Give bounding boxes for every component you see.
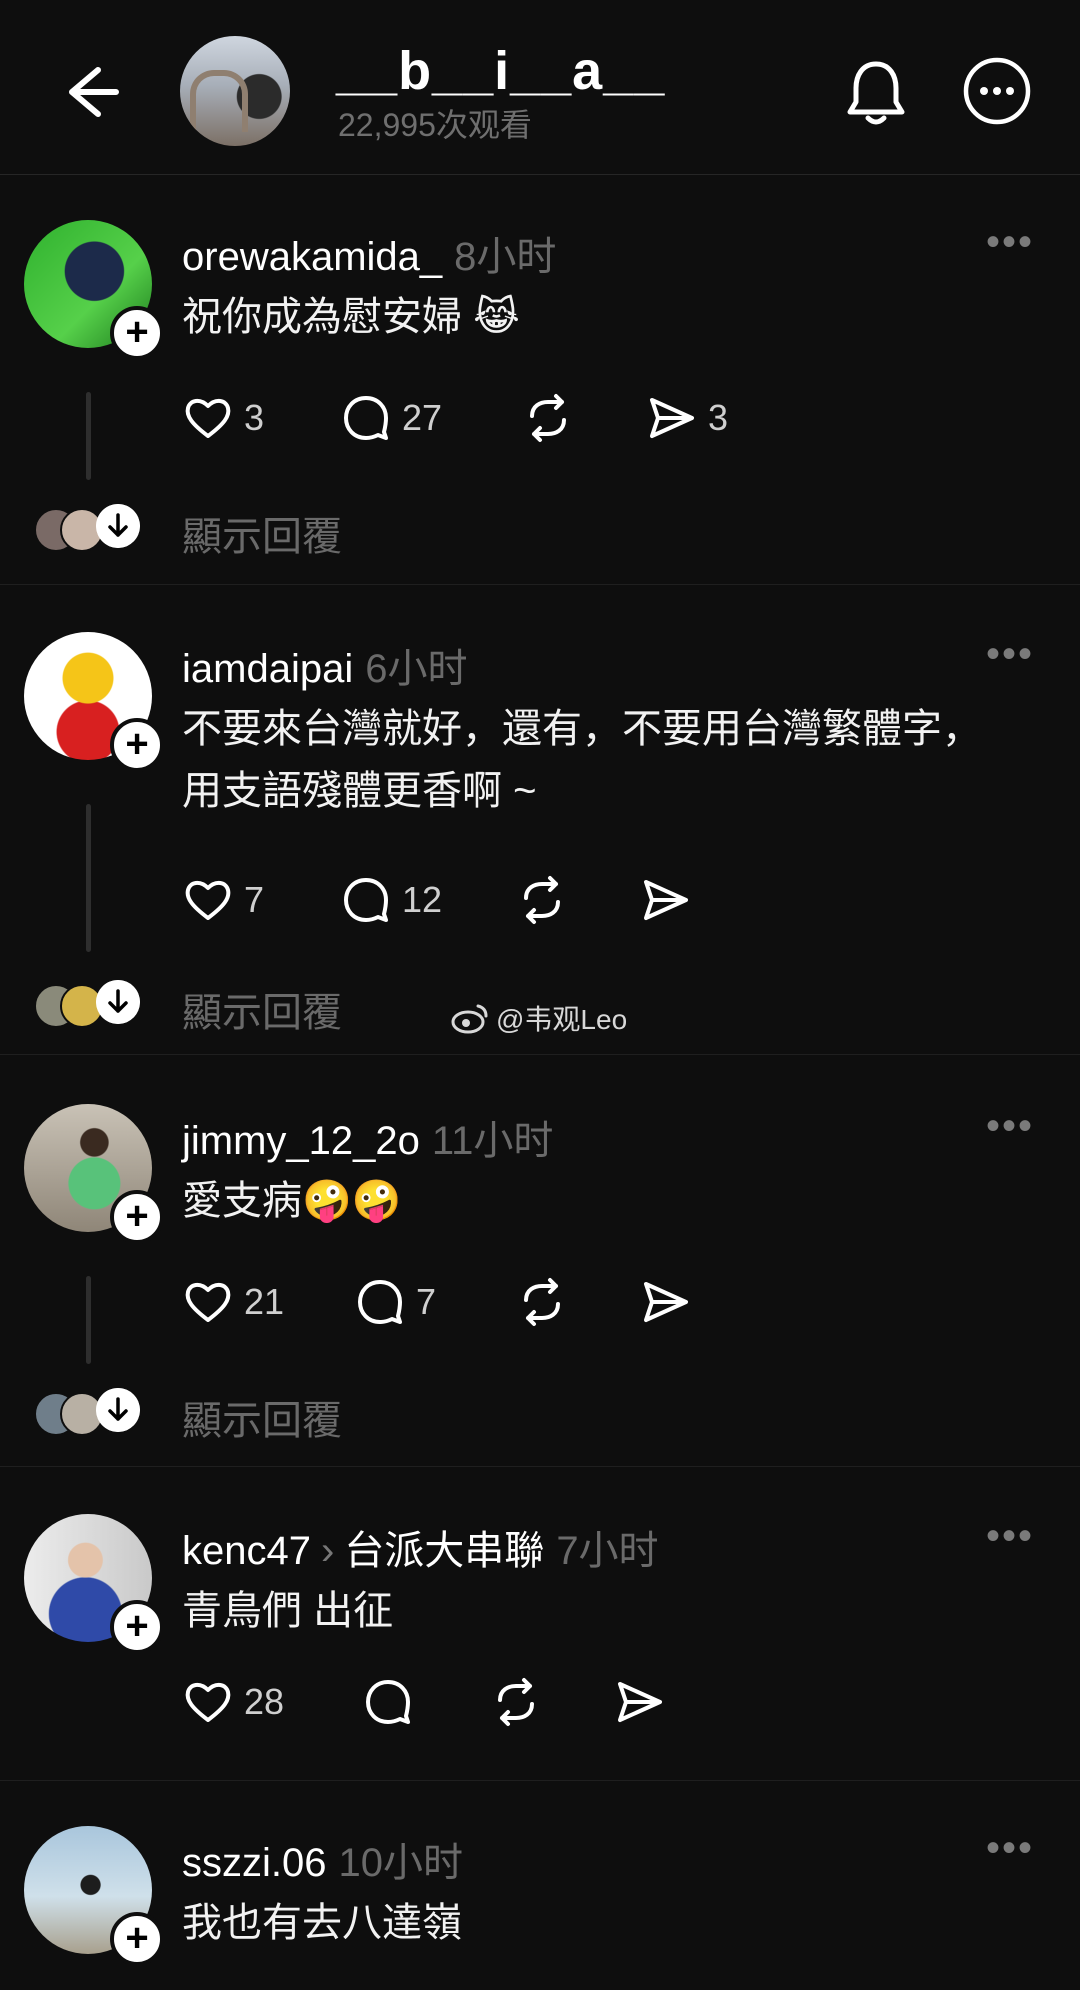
share-button[interactable] (640, 1274, 692, 1330)
follow-plus-button[interactable]: + (110, 1190, 164, 1244)
post-text: 祝你成為慰安婦 😹 (182, 295, 520, 339)
post-more-icon[interactable]: ••• (986, 1104, 1034, 1149)
weibo-icon (451, 1004, 488, 1034)
post-more-icon[interactable]: ••• (986, 1514, 1034, 1559)
like-count: 21 (244, 1281, 285, 1322)
share-button[interactable] (640, 872, 692, 928)
heart-icon (185, 1683, 231, 1722)
comment-icon (358, 1280, 402, 1324)
thread-line (86, 392, 91, 480)
share-button[interactable]: 3 (646, 390, 728, 446)
repost-icon (498, 1678, 534, 1726)
like-button[interactable]: 21 (182, 1274, 284, 1330)
repost-icon (524, 876, 560, 924)
show-replies-link[interactable]: 顯示回覆 (182, 504, 342, 562)
community-link[interactable]: 台派大串聯 (344, 1529, 544, 1573)
profile-username[interactable]: __b__i__a__ (336, 40, 665, 102)
profile-avatar[interactable] (180, 36, 290, 146)
arrow-down-icon (96, 504, 140, 548)
follow-plus-button[interactable]: + (110, 718, 164, 772)
follow-plus-button[interactable]: + (110, 1600, 164, 1654)
post-text: 青鳥們 出征 (182, 1589, 394, 1633)
comment-count: 27 (402, 397, 443, 438)
post-time: 8小时 (454, 235, 557, 279)
bell-icon[interactable] (842, 56, 910, 128)
send-icon (618, 1682, 662, 1722)
repost-icon (524, 1278, 560, 1326)
show-replies-link[interactable]: 顯示回覆 (182, 980, 342, 1038)
username-link[interactable]: sszzi.06 (182, 1841, 327, 1885)
divider (0, 1780, 1080, 1781)
post-more-icon[interactable]: ••• (986, 632, 1034, 677)
username-link[interactable]: orewakamida_ (182, 235, 442, 279)
thread-line (86, 804, 91, 952)
top-bar: __b__i__a__ 22,995次观看 (0, 0, 1080, 175)
divider (0, 1466, 1080, 1467)
chevron-right-icon: › (320, 1529, 335, 1573)
like-button[interactable]: 7 (182, 872, 264, 928)
thread-line (86, 1276, 91, 1364)
heart-icon (185, 399, 231, 438)
post-header: jimmy_12_2o 11小时 (182, 1108, 553, 1166)
follow-plus-button[interactable]: + (110, 306, 164, 360)
comment-button[interactable]: 7 (354, 1274, 436, 1330)
post-time: 11小时 (431, 1119, 554, 1163)
heart-icon (185, 881, 231, 920)
comment-button[interactable]: 12 (340, 872, 442, 928)
post-time: 10小时 (338, 1841, 464, 1885)
heart-icon (185, 1283, 231, 1322)
send-icon (644, 880, 688, 920)
arrow-down-icon (96, 980, 140, 1024)
like-count: 28 (244, 1681, 285, 1722)
like-count: 3 (244, 397, 265, 438)
show-replies-link[interactable]: 顯示回覆 (182, 1388, 342, 1446)
more-options-icon[interactable] (962, 56, 1032, 126)
repost-button[interactable] (522, 390, 574, 446)
post-header: kenc47 › 台派大串聯 7小时 (182, 1518, 659, 1576)
watermark-text: @韦观Leo (496, 1004, 628, 1035)
repost-button[interactable] (490, 1674, 542, 1730)
comment-button[interactable] (362, 1674, 414, 1730)
like-count: 7 (244, 879, 265, 920)
post-header: orewakamida_ 8小时 (182, 224, 556, 282)
follow-plus-button[interactable]: + (110, 1912, 164, 1966)
post-more-icon[interactable]: ••• (986, 220, 1034, 265)
like-button[interactable]: 3 (182, 390, 264, 446)
post-text: 不要來台灣就好，還有，不要用台灣繁體字，用支語殘體更香啊 ~ (182, 707, 982, 813)
watermark: @韦观Leo (450, 998, 627, 1038)
divider (0, 584, 1080, 585)
username-link[interactable]: kenc47 (182, 1529, 311, 1573)
post-text: 愛支病🤪🤪 (182, 1179, 402, 1223)
comment-count: 12 (402, 879, 443, 920)
comment-button[interactable]: 27 (340, 390, 442, 446)
send-icon (650, 398, 694, 438)
post-more-icon[interactable]: ••• (986, 1826, 1034, 1871)
send-icon (644, 1282, 688, 1322)
post-time: 6小时 (365, 647, 468, 691)
view-count: 22,995次观看 (338, 107, 532, 143)
repost-icon (530, 394, 566, 442)
divider (0, 1054, 1080, 1055)
post-header: iamdaipai 6小时 (182, 636, 467, 694)
username-link[interactable]: iamdaipai (182, 647, 353, 691)
comment-icon (366, 1680, 410, 1724)
post-header: sszzi.06 10小时 (182, 1830, 463, 1888)
share-count: 3 (708, 397, 729, 438)
back-arrow-icon[interactable] (58, 60, 122, 124)
arrow-down-icon (96, 1388, 140, 1432)
comment-icon (344, 396, 388, 440)
repost-button[interactable] (516, 872, 568, 928)
comment-count: 7 (416, 1281, 437, 1322)
post-text: 我也有去八達嶺 (182, 1901, 462, 1945)
repost-button[interactable] (516, 1274, 568, 1330)
share-button[interactable] (614, 1674, 666, 1730)
like-button[interactable]: 28 (182, 1674, 284, 1730)
comment-icon (344, 878, 388, 922)
post-time: 7小时 (556, 1529, 659, 1573)
username-link[interactable]: jimmy_12_2o (182, 1119, 420, 1163)
